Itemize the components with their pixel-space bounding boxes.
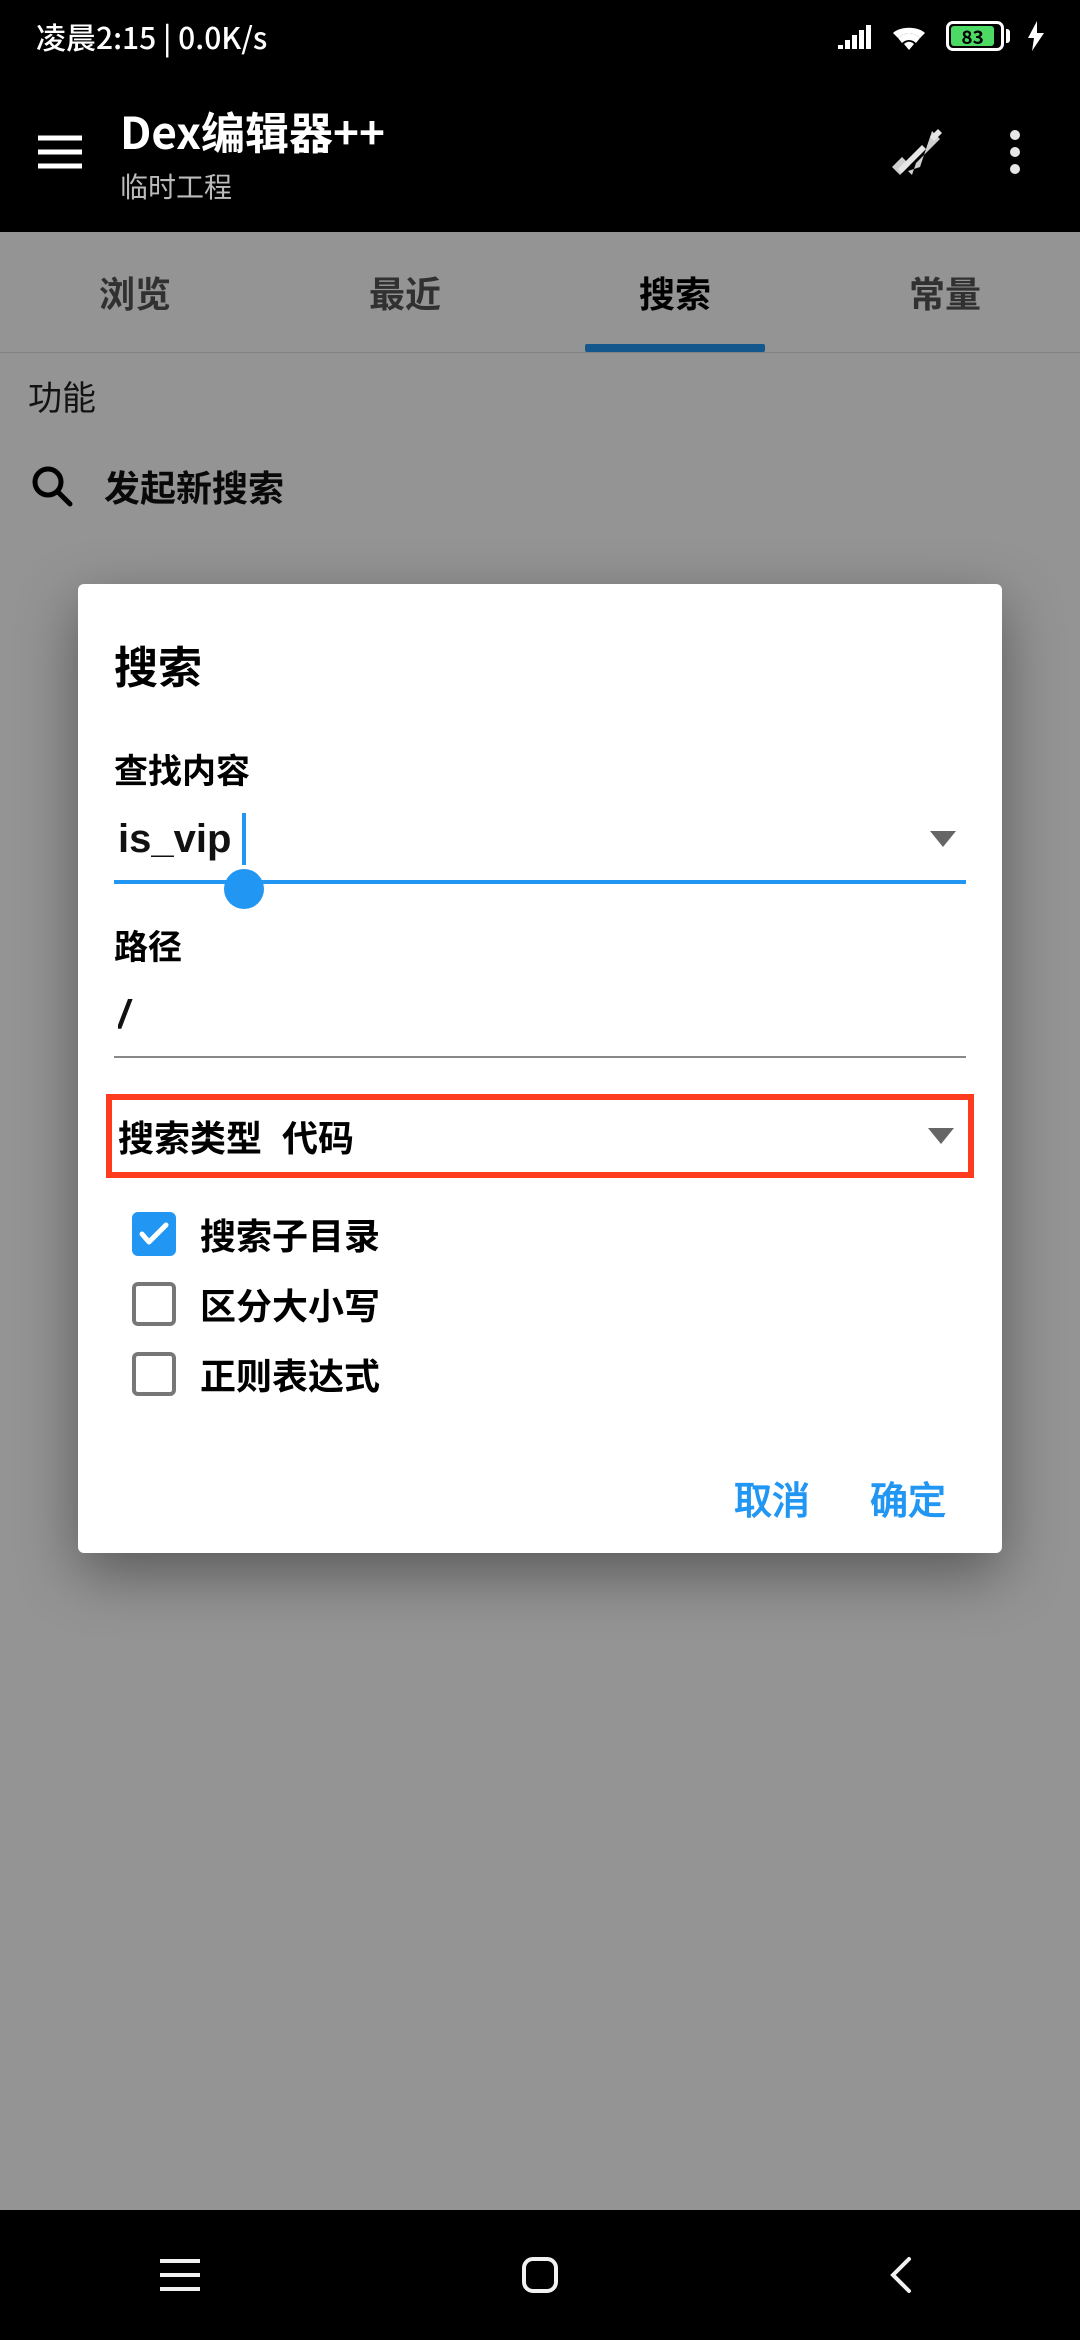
content-label: 查找内容 [114,744,966,793]
battery-icon: 83 [946,21,1010,51]
app-toolbar: Dex编辑器++ 临时工程 [0,72,1080,232]
path-field[interactable] [114,979,966,1058]
cancel-button[interactable]: 取消 [734,1470,810,1525]
content-field[interactable] [114,803,966,884]
check-subdir-row[interactable]: 搜索子目录 [132,1208,966,1260]
check-subdir-label: 搜索子目录 [200,1208,380,1260]
soft-nav-bar [0,2210,1080,2340]
chevron-down-icon[interactable] [930,831,956,847]
recent-apps-icon[interactable] [150,2245,210,2305]
dialog-title: 搜索 [114,632,966,696]
cursor-handle[interactable] [224,869,264,909]
text-cursor [242,813,246,865]
path-input[interactable] [114,979,966,1058]
search-dialog: 搜索 查找内容 路径 搜索类型 代码 搜索子目录 区分大小写 [78,584,1002,1553]
back-icon[interactable] [870,2245,930,2305]
app-title: Dex编辑器++ [120,98,880,162]
check-case-row[interactable]: 区分大小写 [132,1278,966,1330]
menu-button[interactable] [20,112,100,192]
app-subtitle: 临时工程 [120,166,880,206]
battery-pct: 83 [951,26,994,46]
chevron-down-icon [928,1128,954,1144]
build-icon[interactable] [880,117,950,187]
signal-icon [838,23,872,49]
status-time: 凌晨2:15 | 0.0K/s [36,14,267,58]
checkbox-checked-icon[interactable] [132,1212,176,1256]
wifi-icon [890,22,928,50]
check-case-label: 区分大小写 [200,1278,380,1330]
check-regex-label: 正则表达式 [200,1348,380,1400]
type-label: 搜索类型 [118,1110,262,1162]
home-icon[interactable] [510,2245,570,2305]
checkbox-unchecked-icon[interactable] [132,1352,176,1396]
more-icon[interactable] [980,117,1050,187]
charging-icon [1028,21,1044,51]
path-label: 路径 [114,920,966,969]
type-value: 代码 [282,1110,354,1162]
search-type-row[interactable]: 搜索类型 代码 [106,1094,974,1178]
ok-button[interactable]: 确定 [870,1470,946,1525]
status-bar: 凌晨2:15 | 0.0K/s 83 [0,0,1080,72]
check-regex-row[interactable]: 正则表达式 [132,1348,966,1400]
checkbox-unchecked-icon[interactable] [132,1282,176,1326]
